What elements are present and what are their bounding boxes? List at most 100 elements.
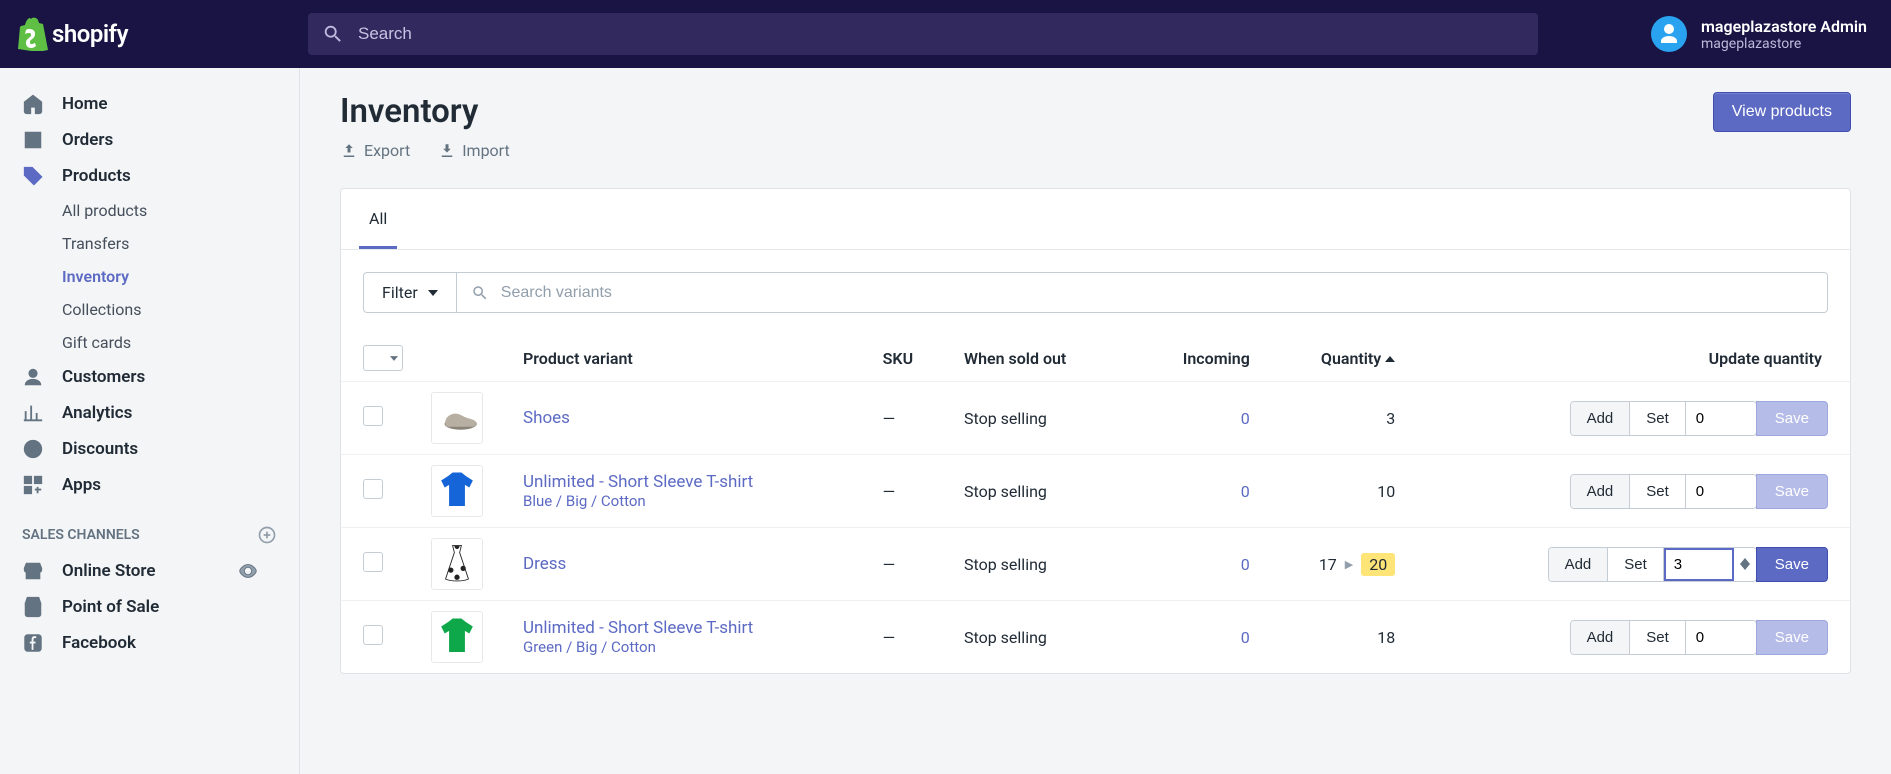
product-thumbnail: [431, 392, 483, 444]
save-button[interactable]: Save: [1756, 547, 1828, 582]
col-sold-out: When sold out: [950, 335, 1131, 382]
sold-out-value: Stop selling: [950, 601, 1131, 674]
qty-value: 18: [1377, 628, 1395, 647]
save-button[interactable]: Save: [1756, 401, 1828, 436]
logo[interactable]: shopify: [18, 17, 308, 51]
tab-all[interactable]: All: [359, 189, 397, 249]
set-mode-button[interactable]: Set: [1630, 402, 1686, 435]
select-all-checkbox[interactable]: [363, 345, 403, 371]
quantity-input[interactable]: [1686, 475, 1756, 508]
nav-pos[interactable]: Point of Sale: [0, 589, 299, 625]
import-icon: [438, 142, 456, 160]
nav-gift-cards[interactable]: Gift cards: [0, 326, 299, 359]
nav-analytics[interactable]: Analytics: [0, 395, 299, 431]
discounts-icon: [22, 438, 44, 460]
number-spinner[interactable]: [1734, 548, 1756, 581]
view-store-icon[interactable]: [237, 560, 259, 582]
nav-collections[interactable]: Collections: [0, 293, 299, 326]
table-row: Unlimited - Short Sleeve T-shirtBlue / B…: [341, 455, 1850, 528]
nav-orders[interactable]: Orders: [0, 122, 299, 158]
product-link[interactable]: Shoes: [523, 408, 570, 428]
update-segment: Add Set: [1570, 474, 1757, 509]
set-mode-button[interactable]: Set: [1630, 475, 1686, 508]
product-link[interactable]: Unlimited - Short Sleeve T-shirt: [523, 472, 753, 492]
update-segment: Add Set: [1570, 401, 1757, 436]
page-title: Inventory: [340, 92, 510, 131]
row-checkbox[interactable]: [363, 479, 383, 499]
col-incoming: Incoming: [1131, 335, 1263, 382]
inventory-card: All Filter Product variant: [340, 188, 1851, 674]
quantity-input[interactable]: [1686, 402, 1756, 435]
incoming-link[interactable]: 0: [1241, 628, 1250, 647]
add-mode-button[interactable]: Add: [1549, 548, 1609, 581]
add-channel-icon[interactable]: [257, 525, 277, 545]
row-checkbox[interactable]: [363, 552, 383, 572]
customers-icon: [22, 366, 44, 388]
product-link[interactable]: Unlimited - Short Sleeve T-shirt: [523, 618, 753, 638]
product-link[interactable]: Dress: [523, 554, 566, 574]
variant-search-input[interactable]: [501, 284, 1813, 302]
view-products-button[interactable]: View products: [1713, 92, 1851, 132]
facebook-icon: [22, 632, 44, 654]
qty-new: 20: [1361, 553, 1395, 576]
nav-customers[interactable]: Customers: [0, 359, 299, 395]
col-quantity[interactable]: Quantity: [1264, 335, 1409, 382]
nav-facebook[interactable]: Facebook: [0, 625, 299, 661]
add-mode-button[interactable]: Add: [1571, 475, 1631, 508]
add-mode-button[interactable]: Add: [1571, 402, 1631, 435]
nav-inventory[interactable]: Inventory: [0, 260, 299, 293]
nav-discounts[interactable]: Discounts: [0, 431, 299, 467]
quantity-input[interactable]: [1686, 621, 1756, 654]
analytics-icon: [22, 402, 44, 424]
quantity-input[interactable]: [1664, 548, 1734, 581]
user-store: mageplazastore: [1701, 36, 1867, 52]
set-mode-button[interactable]: Set: [1608, 548, 1664, 581]
incoming-link[interactable]: 0: [1241, 555, 1250, 574]
sku-value: —: [883, 628, 896, 647]
sku-value: —: [883, 555, 896, 574]
export-button[interactable]: Export: [340, 141, 410, 160]
sold-out-value: Stop selling: [950, 455, 1131, 528]
qty-old: 17: [1319, 555, 1337, 574]
sku-value: —: [883, 409, 896, 428]
table-row: Shoes—Stop selling03 Add Set Save: [341, 382, 1850, 455]
products-icon: [22, 165, 44, 187]
col-sku: SKU: [869, 335, 950, 382]
sold-out-value: Stop selling: [950, 382, 1131, 455]
row-checkbox[interactable]: [363, 625, 383, 645]
inventory-table: Product variant SKU When sold out Incomi…: [341, 335, 1850, 673]
nav-products[interactable]: Products: [0, 158, 299, 194]
set-mode-button[interactable]: Set: [1630, 621, 1686, 654]
global-search[interactable]: [308, 13, 1538, 55]
row-checkbox[interactable]: [363, 406, 383, 426]
sidebar: Home Orders Products All products Transf…: [0, 68, 300, 774]
user-menu[interactable]: mageplazastore Admin mageplazastore: [1651, 16, 1867, 52]
filter-button[interactable]: Filter: [363, 272, 457, 313]
nav-home[interactable]: Home: [0, 86, 299, 122]
nav-all-products[interactable]: All products: [0, 194, 299, 227]
incoming-link[interactable]: 0: [1241, 409, 1250, 428]
avatar: [1651, 16, 1687, 52]
variant-search[interactable]: [457, 272, 1828, 313]
nav-apps[interactable]: Apps: [0, 467, 299, 503]
home-icon: [22, 93, 44, 115]
shopify-bag-icon: [18, 17, 48, 51]
save-button[interactable]: Save: [1756, 474, 1828, 509]
brand-text: shopify: [52, 20, 128, 48]
pos-icon: [22, 596, 44, 618]
topbar: shopify mageplazastore Admin mageplazast…: [0, 0, 1891, 68]
nav-online-store[interactable]: Online Store: [0, 553, 299, 589]
sku-value: —: [883, 482, 896, 501]
arrow-right-icon: ▶: [1345, 558, 1353, 571]
import-button[interactable]: Import: [438, 141, 510, 160]
incoming-link[interactable]: 0: [1241, 482, 1250, 501]
table-row: Unlimited - Short Sleeve T-shirtGreen / …: [341, 601, 1850, 674]
caret-down-icon: [390, 356, 398, 361]
sort-asc-icon: [1385, 354, 1395, 364]
nav-transfers[interactable]: Transfers: [0, 227, 299, 260]
global-search-input[interactable]: [358, 24, 1524, 44]
add-mode-button[interactable]: Add: [1571, 621, 1631, 654]
save-button[interactable]: Save: [1756, 620, 1828, 655]
update-segment: Add Set: [1548, 547, 1757, 582]
variant-label: Green / Big / Cotton: [523, 638, 855, 656]
